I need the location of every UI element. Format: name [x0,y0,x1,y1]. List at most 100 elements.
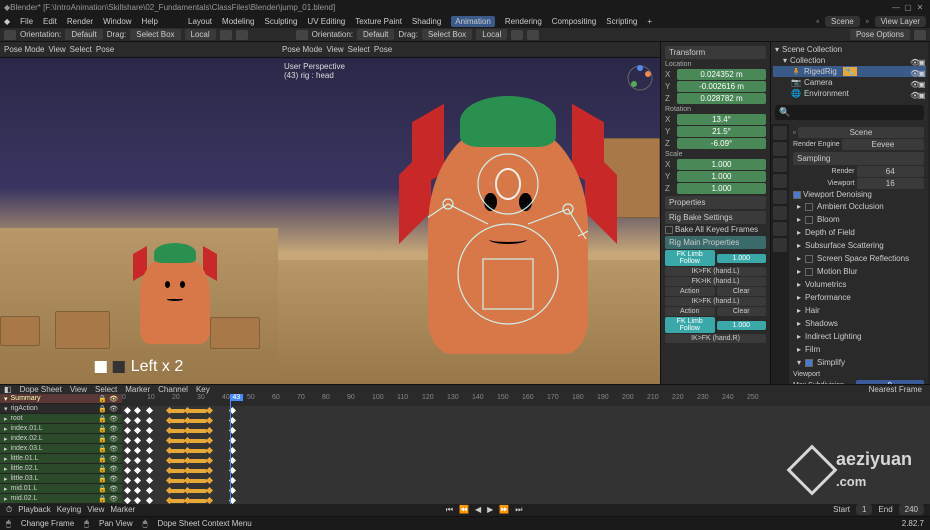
kf-row[interactable] [122,486,930,496]
ws-shading[interactable]: Shading [412,17,441,26]
menu-window[interactable]: Window [103,17,131,26]
tl-playback[interactable]: Playback [18,505,50,514]
kf-row[interactable] [122,406,930,416]
prev-key-icon[interactable]: ⏪ [459,505,469,514]
loc-x[interactable]: 0.024352 m [677,69,766,80]
ws-sculpting[interactable]: Sculpting [265,17,298,26]
tab-modifier-icon[interactable] [773,222,787,236]
engine-dropdown[interactable]: Eevee [842,139,924,150]
dope-mode[interactable]: Dope Sheet [20,385,62,394]
menu-edit[interactable]: Edit [43,17,57,26]
dope-channel-index.01.L[interactable]: ▸ index.01.L🔒👁 [0,424,122,434]
dope-channel-little.01.L[interactable]: ▸ little.01.L🔒👁 [0,454,122,464]
play-icon[interactable]: ▶ [487,505,493,514]
pose-options[interactable]: Pose Options [850,29,910,40]
tool-icon[interactable] [4,30,16,40]
filter-icon[interactable] [914,30,926,40]
viewport-right[interactable]: User Perspective (43) rig : head [278,58,660,384]
fkik-handl-btn[interactable]: FK>IK (hand.L) [665,277,766,286]
simp-label[interactable]: Simplify [817,358,845,367]
ssr-label[interactable]: Screen Space Reflections [817,254,909,263]
loc-y[interactable]: -0.002616 m [677,81,766,92]
viewlayer-dropdown[interactable]: View Layer [875,16,926,27]
loc-z[interactable]: 0.028782 m [677,93,766,104]
tl-marker[interactable]: Marker [110,505,135,514]
ws-uv[interactable]: UV Editing [307,17,345,26]
outliner-env[interactable]: 🌐 Environment👁▣ [773,88,926,99]
dope-channel-Summary[interactable]: ▾ Summary🔒👁 [0,394,122,404]
kf-row[interactable] [122,496,930,504]
tl-icon[interactable]: ⏱ [6,505,12,515]
dope-icon[interactable]: ◧ [4,385,12,394]
rot-z[interactable]: -6.09° [677,138,766,149]
dope-marker[interactable]: Marker [125,385,150,394]
properties-header[interactable]: Properties [665,196,766,209]
timeline-cursor[interactable]: 43 [230,394,231,504]
ikfk-handl-btn2[interactable]: IK>FK (hand.L) [665,297,766,306]
ao-check[interactable] [805,203,813,211]
dope-channel-mid.01.L[interactable]: ▸ mid.01.L🔒👁 [0,484,122,494]
clear-btn2[interactable]: Clear [717,307,767,316]
render-samples[interactable]: 64 [857,166,925,177]
kf-row[interactable] [122,436,930,446]
action-btn2[interactable]: Action [665,307,715,316]
jump-end-icon[interactable]: ⏭ [515,505,522,515]
dope-channel-little.03.L[interactable]: ▸ little.03.L🔒👁 [0,474,122,484]
propedit-l-icon[interactable] [236,30,248,40]
outliner-collection[interactable]: ▾ Collection👁▣ [773,55,926,66]
local-r[interactable]: Local [476,29,507,40]
play-rev-icon[interactable]: ◀ [475,505,481,514]
dope-channel-mid.02.L[interactable]: ▸ mid.02.L🔒👁 [0,494,122,504]
drag-selectbox-l[interactable]: Select Box [130,29,180,40]
ws-layout[interactable]: Layout [188,17,212,26]
tab-scene-icon[interactable] [773,174,787,188]
hair-label[interactable]: Hair [805,306,820,315]
bloom-label[interactable]: Bloom [817,215,840,224]
denoise-check[interactable] [793,191,801,199]
fklimb-1-val[interactable]: 1.000 [717,254,767,263]
dope-channel[interactable]: Channel [158,385,188,394]
fklimb-1[interactable]: FK Limb Follow [665,250,715,266]
sampling-header[interactable]: Sampling [793,152,924,165]
film-label[interactable]: Film [805,345,820,354]
nav-gizmo[interactable] [626,64,654,92]
outliner-camera[interactable]: 📷 Camera👁▣ [773,77,926,88]
vp-left-mode[interactable]: Pose Mode [4,45,44,54]
vp-right-mode[interactable]: Pose Mode [282,45,322,54]
ws-compositing[interactable]: Compositing [552,17,596,26]
fklimb-2[interactable]: FK Limb Follow [665,317,715,333]
dope-view[interactable]: View [70,385,87,394]
dope-channel-rigAction[interactable]: ▾ rigAction🔒👁 [0,404,122,414]
bloom-check[interactable] [805,216,813,224]
snap-r-icon[interactable] [511,30,523,40]
minimize-button[interactable]: — [890,3,902,12]
tab-object-icon[interactable] [773,206,787,220]
indl-label[interactable]: Indirect Lighting [805,332,861,341]
vp-left-select[interactable]: Select [70,45,92,54]
vp-right-select[interactable]: Select [348,45,370,54]
vol-label[interactable]: Volumetrics [805,280,846,289]
dope-channel-root[interactable]: ▸ root🔒👁 [0,414,122,424]
rot-x[interactable]: 13.4° [677,114,766,125]
maxsub-slider[interactable]: 0 [856,380,925,384]
vp-right-view[interactable]: View [326,45,343,54]
shad-label[interactable]: Shadows [805,319,838,328]
clear-btn[interactable]: Clear [717,287,767,296]
scale-z[interactable]: 1.000 [677,183,766,194]
start-frame[interactable]: 1 [856,504,872,515]
rigbake-header[interactable]: Rig Bake Settings [665,211,766,224]
outliner-rig[interactable]: 🧍 RigedRig🔧👁▣ [773,66,926,77]
dope-timeline[interactable]: 0102030404350607080901001101201301401501… [122,394,930,504]
kf-row[interactable] [122,476,930,486]
dope-key[interactable]: Key [196,385,210,394]
orient-default-l[interactable]: Default [65,29,102,40]
scene-name[interactable]: Scene [798,127,924,138]
mblur-check[interactable] [805,268,813,276]
vp-samples[interactable]: 16 [857,178,925,189]
action-btn[interactable]: Action [665,287,715,296]
bakeall-checkbox[interactable] [665,226,673,234]
local-l[interactable]: Local [185,29,216,40]
ikfk-handl-btn[interactable]: IK>FK (hand.L) [665,267,766,276]
tool-icon-r[interactable] [296,30,308,40]
ws-texpaint[interactable]: Texture Paint [355,17,402,26]
